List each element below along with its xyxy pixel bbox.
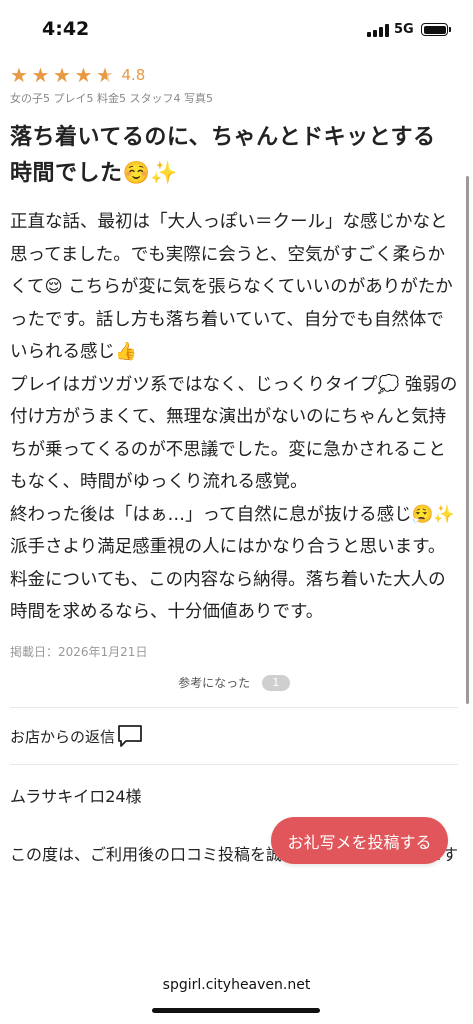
- shop-reply-header: お店からの返信: [10, 724, 458, 748]
- star-icon: ★: [53, 63, 71, 87]
- star-icon: ★: [74, 63, 93, 87]
- network-type: 5G: [394, 22, 414, 37]
- chat-bubble-icon: [118, 725, 142, 747]
- browser-url-bar[interactable]: spgirl.cityheaven.net: [0, 960, 473, 1024]
- signal-icon: [367, 24, 389, 37]
- rating-value: 4.8: [121, 66, 146, 84]
- divider: [10, 707, 458, 708]
- half-star-icon: ★: [96, 65, 118, 85]
- scrollbar[interactable]: [466, 176, 469, 704]
- home-indicator[interactable]: [152, 1008, 320, 1013]
- review-paragraph: 正直な話、最初は「大人っぽい＝クール」な感じかなと思ってました。でも実際に会うと…: [10, 212, 453, 362]
- status-bar: 4:42 5G: [0, 0, 473, 60]
- helpful-row[interactable]: 参考になった 1: [10, 674, 458, 691]
- reviewer-name: ムラサキイロ24様: [10, 787, 142, 806]
- star-icon: ★: [10, 63, 28, 87]
- star-icon: ★: [31, 63, 50, 87]
- posted-date: 掲載日：2026年1月21日: [10, 644, 148, 659]
- rating-row: ★ ★ ★ ★ ★ 4.8: [10, 62, 458, 88]
- review-paragraph: 終わった後は「はぁ…」って自然に息が抜ける感じ😮‍💨✨ 派手さより満足感重視の人…: [10, 504, 456, 623]
- url-text[interactable]: spgirl.cityheaven.net: [0, 977, 473, 993]
- divider: [10, 764, 458, 765]
- status-time: 4:42: [42, 18, 90, 40]
- helpful-count-badge: 1: [261, 675, 290, 691]
- post-thanks-photo-button[interactable]: お礼写メを投稿する: [271, 817, 448, 864]
- review-title: 落ち着いてるのに、ちゃんとドキッとする時間でした☺️✨: [10, 125, 436, 186]
- shop-reply-label: お店からの返信: [10, 727, 116, 746]
- review-paragraph: プレイはガツガツ系ではなく、じっくりタイプ💭 強弱の付け方がうまくて、無理な演出…: [10, 374, 458, 493]
- review-body: 正直な話、最初は「大人っぽい＝クール」な感じかなと思ってました。でも実際に会うと…: [10, 206, 458, 629]
- battery-icon: [421, 23, 451, 36]
- score-breakdown: 女の子5 プレイ5 料金5 スタッフ4 写真5: [10, 92, 213, 105]
- helpful-label[interactable]: 参考になった: [178, 676, 250, 690]
- review-content: ★ ★ ★ ★ ★ 4.8 女の子5 プレイ5 料金5 スタッフ4 写真5 落ち…: [10, 62, 458, 873]
